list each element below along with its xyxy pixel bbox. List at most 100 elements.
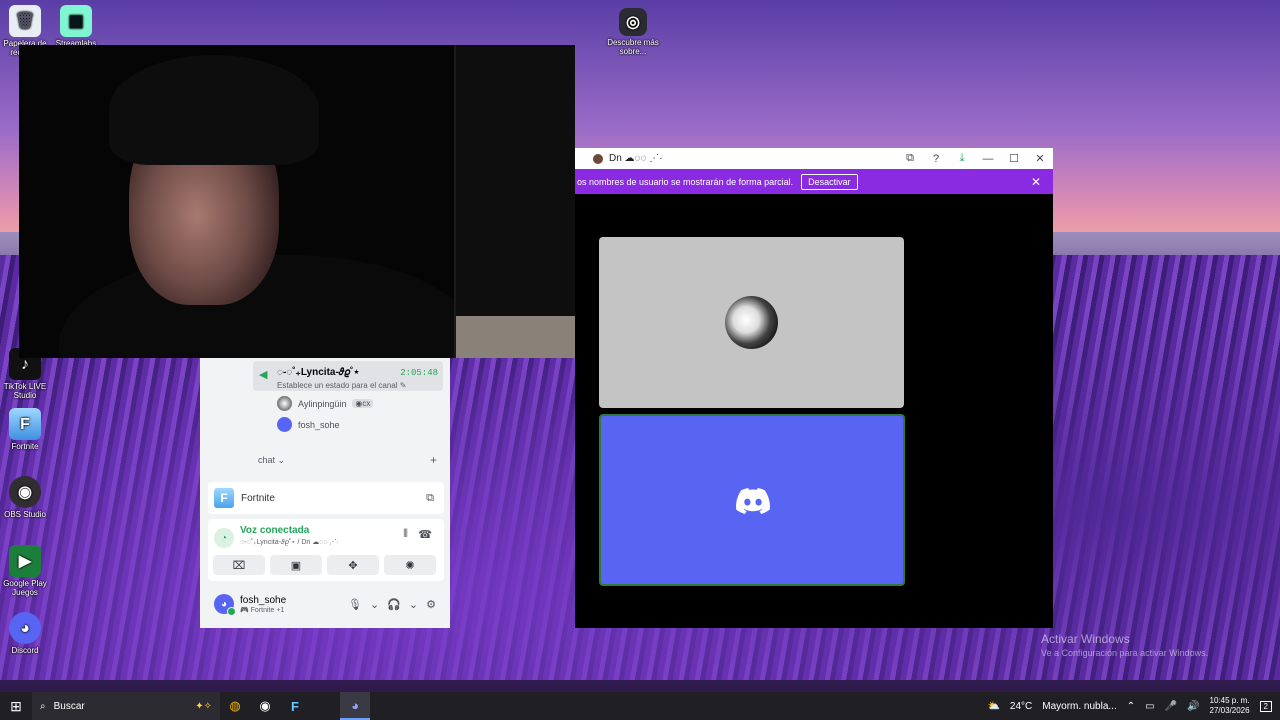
share-screen-button[interactable]: ▣ <box>270 555 322 575</box>
location-icon: ◎ <box>619 8 647 36</box>
windows-start-icon[interactable]: ⊞ <box>0 698 32 715</box>
voice-location: ◌-◌˚₊Lyncita-𝜗𝜚˚⋆ / Dn ☁◌◌ ⋰· <box>240 539 339 546</box>
fortnite-taskbar-icon[interactable]: F <box>280 692 310 720</box>
sparkle-icon: ✦✧ <box>195 700 212 712</box>
discord-sidebar-panel[interactable]: ◀ ◌-◌˚₊Lyncita-𝜗𝜚˚⋆ Establece un estado … <box>200 358 450 628</box>
streamlabs-desktop-icon[interactable]: ▣ Streamlabs <box>46 5 106 48</box>
fortnite-icon: F <box>214 488 234 508</box>
webcam-overlay <box>19 45 575 358</box>
speaker-icon: ◀ <box>259 369 268 381</box>
discord-desktop-icon[interactable]: ◕ Discord <box>0 612 55 655</box>
recycle-bin-icon: 🗑 <box>9 5 41 37</box>
member-name: Aylinpingüin <box>298 398 347 409</box>
microphone-icon[interactable]: 🎙 <box>348 598 362 611</box>
discover-desktop-icon[interactable]: ◎ Descubre más sobre... <box>603 8 663 56</box>
voice-member[interactable]: fosh_sohe <box>277 417 340 432</box>
user-name: fosh_sohe <box>240 594 287 606</box>
add-channel-icon[interactable]: + <box>430 453 437 467</box>
gear-icon[interactable]: ⚙ <box>426 598 436 611</box>
noise-suppression-icon[interactable]: ⦀ <box>403 528 408 541</box>
webcam-person-body <box>59 255 479 358</box>
blank-taskbar-slot[interactable] <box>310 692 340 720</box>
discord-taskbar-icon[interactable]: ◕ <box>340 692 370 720</box>
voice-channel-name: ◌-◌˚₊Lyncita-𝜗𝜚˚⋆ <box>277 367 360 378</box>
avatar <box>277 396 292 411</box>
headphones-icon[interactable]: 🎧 <box>387 598 401 611</box>
clock[interactable]: 10:45 p. m. 27/03/2026 <box>1210 696 1250 716</box>
clock-time: 10:45 p. m. <box>1209 696 1250 705</box>
desktop-icon-label: Discord <box>11 646 39 655</box>
weather-temp[interactable]: 24°C <box>1010 701 1032 712</box>
self-participant-tile[interactable] <box>599 414 905 586</box>
obs-desktop-icon[interactable]: ◉ OBS Studio <box>0 476 55 519</box>
popout-toggle-icon[interactable]: ⧉ <box>903 152 917 165</box>
close-icon[interactable]: ✕ <box>1033 152 1047 165</box>
activate-windows-subtext: Ve a Configuración para activar Windows. <box>1041 648 1209 658</box>
taskbar-search[interactable]: ⌕ Buscar ✦✧ <box>32 692 220 720</box>
server-avatar <box>593 153 603 164</box>
chevron-down-icon[interactable]: ⌄ <box>409 598 418 611</box>
discord-logo-icon <box>736 488 770 514</box>
weather-text[interactable]: Mayorm. nubla... <box>1042 701 1116 712</box>
disable-button[interactable]: Desactivar <box>801 173 858 190</box>
desktop-icon-label: TikTok LIVE Studio <box>3 382 47 400</box>
chevron-up-icon[interactable]: ⌃ <box>1127 701 1135 712</box>
member-badge: ◉cx <box>352 399 374 408</box>
voice-status[interactable]: Voz conectada <box>240 525 309 536</box>
help-icon[interactable]: ? <box>929 152 943 165</box>
popout-title: Dn ☁◌◌ ⋰· <box>609 153 663 164</box>
fortnite-desktop-icon[interactable]: F Fortnite <box>0 408 55 451</box>
game-activity-card[interactable]: F Fortnite ⧉ <box>208 482 444 514</box>
weather-icon[interactable]: ⛅ <box>987 701 999 712</box>
popout-titlebar[interactable]: Dn ☁◌◌ ⋰· ⧉ ? ⤓ — ☐ ✕ <box>575 148 1053 169</box>
chrome-taskbar-icon[interactable]: ◍ <box>220 692 250 720</box>
streamlabs-icon: ▣ <box>60 5 92 37</box>
voice-member[interactable]: Aylinpingüin ◉cx <box>277 396 374 411</box>
signal-icon: ◔ <box>214 528 234 548</box>
soundboard-button[interactable]: ✺ <box>384 555 436 575</box>
stream-game-icon[interactable]: ⧉ <box>426 492 434 505</box>
voice-channel-row[interactable]: ◀ ◌-◌˚₊Lyncita-𝜗𝜚˚⋆ Establece un estado … <box>253 361 443 391</box>
participant-tile[interactable] <box>599 237 904 408</box>
avatar[interactable]: ◕ <box>214 594 236 616</box>
discord-popout-window[interactable]: Dn ☁◌◌ ⋰· ⧉ ? ⤓ — ☐ ✕ os nombres de usua… <box>575 148 1053 628</box>
game-name: Fortnite <box>241 492 275 504</box>
minimize-icon[interactable]: — <box>981 152 995 165</box>
streamer-mode-notice: os nombres de usuario se mostrarán de fo… <box>575 169 1053 194</box>
search-placeholder: Buscar <box>53 700 85 712</box>
taskbar: ⊞ ⌕ Buscar ✦✧ ◍ ◉ F ◕ ⛅ 24°C Mayorm. nub… <box>0 692 1280 720</box>
activate-windows-watermark: Activar Windows <box>1041 632 1130 646</box>
obs-icon: ◉ <box>9 476 41 508</box>
notice-text: os nombres de usuario se mostrarán de fo… <box>577 176 794 187</box>
voice-connected-panel: ◔ Voz conectada ◌-◌˚₊Lyncita-𝜗𝜚˚⋆ / Dn ☁… <box>208 519 444 581</box>
notifications-icon[interactable]: 2 <box>1259 700 1272 712</box>
chat-category[interactable]: chat ⌄ <box>258 455 285 466</box>
network-icon[interactable]: ▭ <box>1145 701 1154 712</box>
play-games-icon: ▶ <box>9 545 41 577</box>
channel-status-prompt[interactable]: Establece un estado para el canal ✎ <box>277 381 406 390</box>
notice-close-icon[interactable]: ✕ <box>1031 175 1041 189</box>
google-play-games-desktop-icon[interactable]: ▶ Google Play Juegos <box>0 545 55 597</box>
microphone-icon[interactable]: 🎤 <box>1165 701 1177 712</box>
user-activity: 🎮 Fortnite +1 <box>240 606 285 614</box>
desktop-icon-label: Descubre más sobre... <box>607 38 659 56</box>
webcam-background-window <box>454 45 575 358</box>
activities-button[interactable]: ✥ <box>327 555 379 575</box>
chevron-down-icon[interactable]: ⌄ <box>370 598 379 611</box>
member-name: fosh_sohe <box>298 419 340 430</box>
user-panel[interactable]: ◕ fosh_sohe 🎮 Fortnite +1 🎙 ⌄ 🎧 ⌄ ⚙ <box>208 587 444 621</box>
discord-icon: ◕ <box>9 612 41 644</box>
disconnect-icon[interactable]: ☎ <box>418 528 432 541</box>
system-tray: ⛅ 24°C Mayorm. nubla... ⌃ ▭ 🎤 🔊 10:45 p.… <box>987 696 1280 716</box>
camera-off-button[interactable]: ⌧ <box>213 555 265 575</box>
volume-icon[interactable]: 🔊 <box>1187 701 1199 712</box>
fortnite-icon: F <box>9 408 41 440</box>
maximize-icon[interactable]: ☐ <box>1007 152 1021 165</box>
desktop-icon-label: Google Play Juegos <box>3 579 47 597</box>
search-icon: ⌕ <box>40 700 46 712</box>
obs-taskbar-icon[interactable]: ◉ <box>250 692 280 720</box>
voice-timer: 2:05:48 <box>400 368 438 378</box>
download-icon[interactable]: ⤓ <box>955 152 969 165</box>
webcam-person-cap <box>109 55 319 165</box>
desktop-icon-label: Fortnite <box>11 442 39 451</box>
